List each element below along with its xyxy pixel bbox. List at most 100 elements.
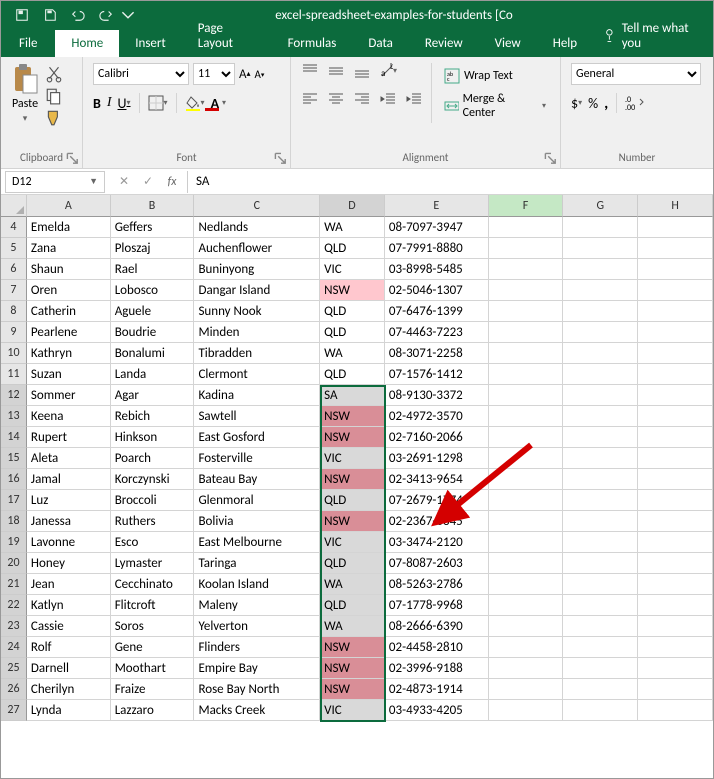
cell[interactable]: 07-1778-9968: [385, 595, 489, 616]
cell[interactable]: Macks Creek: [194, 700, 320, 721]
spreadsheet-grid[interactable]: A B C D E F G H 4EmeldaGeffersNedlandsWA…: [1, 195, 713, 721]
cell[interactable]: [563, 406, 638, 427]
cell[interactable]: Auchenflower: [194, 238, 320, 259]
cell[interactable]: [563, 238, 638, 259]
row-header[interactable]: 17: [1, 490, 27, 511]
alignment-launcher-icon[interactable]: [544, 152, 558, 166]
cell[interactable]: 08-9130-3372: [385, 385, 489, 406]
align-top-icon[interactable]: [301, 63, 319, 79]
cell[interactable]: 03-3474-2120: [385, 532, 489, 553]
cell[interactable]: Clermont: [194, 364, 320, 385]
cell[interactable]: [638, 595, 713, 616]
enter-formula-icon[interactable]: ✓: [139, 174, 157, 189]
cell[interactable]: [563, 322, 638, 343]
cell[interactable]: Lobosco: [111, 280, 195, 301]
cell[interactable]: 03-2691-1298: [385, 448, 489, 469]
cell[interactable]: Nedlands: [194, 217, 320, 238]
col-header-g[interactable]: G: [563, 195, 638, 217]
format-painter-icon[interactable]: [45, 109, 63, 127]
cell[interactable]: [489, 595, 564, 616]
row-header[interactable]: 8: [1, 301, 27, 322]
cell[interactable]: [489, 385, 564, 406]
qat-customize-icon[interactable]: [121, 3, 135, 27]
tab-review[interactable]: Review: [409, 30, 479, 57]
cell[interactable]: 07-7991-8880: [385, 238, 489, 259]
row-header[interactable]: 25: [1, 658, 27, 679]
cell[interactable]: [489, 574, 564, 595]
cell[interactable]: 02-4873-1914: [385, 679, 489, 700]
fill-color-icon[interactable]: ▾: [185, 95, 205, 111]
cell[interactable]: [638, 658, 713, 679]
cell[interactable]: 02-5046-1307: [385, 280, 489, 301]
cell[interactable]: [563, 469, 638, 490]
cell[interactable]: [638, 427, 713, 448]
cell[interactable]: WA: [320, 574, 385, 595]
cell[interactable]: Emelda: [27, 217, 111, 238]
row-header[interactable]: 20: [1, 553, 27, 574]
cell[interactable]: Oren: [27, 280, 111, 301]
merge-center-button[interactable]: Merge & Center▾: [440, 95, 550, 117]
cell[interactable]: Soros: [111, 616, 195, 637]
cell[interactable]: VIC: [320, 700, 385, 721]
cell[interactable]: Lymaster: [111, 553, 195, 574]
cell[interactable]: [638, 343, 713, 364]
cell[interactable]: [638, 511, 713, 532]
formula-input[interactable]: [187, 171, 713, 193]
cell[interactable]: QLD: [320, 490, 385, 511]
col-header-b[interactable]: B: [111, 195, 195, 217]
cell[interactable]: [638, 385, 713, 406]
cell[interactable]: [489, 469, 564, 490]
row-header[interactable]: 22: [1, 595, 27, 616]
col-header-a[interactable]: A: [27, 195, 111, 217]
cell[interactable]: [638, 616, 713, 637]
cell[interactable]: NSW: [320, 637, 385, 658]
tab-view[interactable]: View: [479, 30, 537, 57]
cell[interactable]: [563, 637, 638, 658]
cell[interactable]: 08-5263-2786: [385, 574, 489, 595]
cell[interactable]: WA: [320, 217, 385, 238]
cell[interactable]: Flinders: [194, 637, 320, 658]
cell[interactable]: [638, 322, 713, 343]
cell[interactable]: NSW: [320, 469, 385, 490]
cell[interactable]: [563, 385, 638, 406]
cell[interactable]: [638, 532, 713, 553]
font-name-combo[interactable]: Calibri: [93, 63, 189, 85]
cell[interactable]: Rolf: [27, 637, 111, 658]
cell[interactable]: Koolan Island: [194, 574, 320, 595]
cell[interactable]: [638, 490, 713, 511]
col-header-h[interactable]: H: [638, 195, 713, 217]
orientation-icon[interactable]: ab▾: [379, 63, 397, 79]
cell[interactable]: NSW: [320, 427, 385, 448]
row-header[interactable]: 16: [1, 469, 27, 490]
cell[interactable]: Lavonne: [27, 532, 111, 553]
cell[interactable]: NSW: [320, 280, 385, 301]
cell[interactable]: [489, 616, 564, 637]
cell[interactable]: 02-7160-2066: [385, 427, 489, 448]
cell[interactable]: Jamal: [27, 469, 111, 490]
cell[interactable]: Rupert: [27, 427, 111, 448]
tab-data[interactable]: Data: [352, 30, 409, 57]
tab-page-layout[interactable]: Page Layout: [182, 15, 272, 57]
cell[interactable]: [489, 406, 564, 427]
name-box[interactable]: D12▼: [5, 171, 105, 193]
cell[interactable]: Minden: [194, 322, 320, 343]
paste-dropdown-icon[interactable]: ▾: [23, 113, 28, 124]
cell[interactable]: Rael: [111, 259, 195, 280]
cell[interactable]: 02-4972-3570: [385, 406, 489, 427]
cell[interactable]: Bateau Bay: [194, 469, 320, 490]
cell[interactable]: Hinkson: [111, 427, 195, 448]
paste-button[interactable]: Paste: [12, 97, 38, 111]
tab-insert[interactable]: Insert: [119, 30, 182, 57]
cell[interactable]: 07-2679-1774: [385, 490, 489, 511]
cell[interactable]: [489, 301, 564, 322]
cell[interactable]: [489, 658, 564, 679]
cell[interactable]: [563, 427, 638, 448]
tab-formulas[interactable]: Formulas: [272, 30, 353, 57]
cell[interactable]: [638, 637, 713, 658]
row-header[interactable]: 12: [1, 385, 27, 406]
cell[interactable]: [489, 322, 564, 343]
cell[interactable]: WA: [320, 343, 385, 364]
cell[interactable]: [563, 574, 638, 595]
increase-indent-icon[interactable]: [405, 91, 423, 107]
cell[interactable]: NSW: [320, 406, 385, 427]
